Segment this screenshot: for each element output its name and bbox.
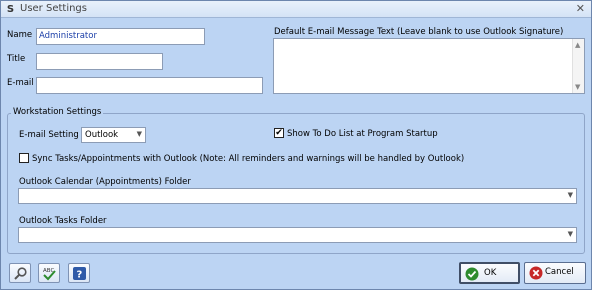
title-bar[interactable]: S User Settings ✕ (1, 1, 591, 18)
email-setting-value: Outlook (85, 130, 119, 140)
tasks-folder-select[interactable]: ▼ (18, 227, 577, 243)
spellcheck-icon: ABC (43, 268, 56, 281)
email-message-textarea[interactable]: ▲ ▼ (273, 38, 585, 94)
cancel-button[interactable]: Cancel (524, 262, 586, 284)
scroll-up-icon[interactable]: ▲ (575, 41, 580, 49)
show-todo-checkbox[interactable]: ✔ (274, 128, 284, 138)
cancel-icon (529, 266, 543, 280)
email-input[interactable] (36, 77, 263, 94)
show-todo-label: Show To Do List at Program Startup (287, 129, 438, 139)
chevron-down-icon[interactable]: ▼ (568, 191, 573, 199)
scroll-down-icon[interactable]: ▼ (575, 83, 580, 91)
email-message-label: Default E-mail Message Text (Leave blank… (274, 27, 564, 37)
email-label: E-mail (7, 78, 34, 88)
calendar-folder-select[interactable]: ▼ (18, 188, 577, 204)
app-icon: S (6, 4, 15, 15)
tasks-folder-label: Outlook Tasks Folder (19, 216, 107, 226)
window-title: User Settings (20, 3, 87, 14)
help-icon: ? (73, 267, 86, 281)
message-scrollbar[interactable]: ▲ ▼ (572, 39, 584, 93)
ok-button[interactable]: OK (459, 262, 520, 284)
name-label: Name (7, 30, 33, 40)
name-input[interactable]: Administrator (36, 28, 205, 45)
chevron-down-icon[interactable]: ▼ (137, 130, 142, 138)
help-button[interactable]: ? (68, 263, 90, 283)
cancel-label: Cancel (545, 267, 574, 277)
checkmark-icon (465, 267, 479, 281)
close-icon[interactable]: ✕ (576, 2, 585, 15)
email-setting-select[interactable]: Outlook ▼ (81, 127, 146, 143)
sync-outlook-label: Sync Tasks/Appointments with Outlook (No… (32, 154, 465, 164)
calendar-folder-label: Outlook Calendar (Appointments) Folder (19, 177, 191, 187)
ok-label: OK (484, 268, 497, 278)
title-input[interactable] (36, 53, 163, 70)
user-settings-window: S User Settings ✕ Name Administrator Tit… (0, 0, 592, 290)
spellcheck-button[interactable]: ABC (38, 263, 60, 283)
svg-text:?: ? (77, 270, 83, 281)
workstation-settings-title: Workstation Settings (11, 107, 104, 117)
chevron-down-icon[interactable]: ▼ (568, 230, 573, 238)
sync-outlook-checkbox[interactable] (19, 153, 29, 163)
title-label: Title (7, 54, 26, 64)
search-button[interactable] (9, 263, 31, 283)
email-setting-label: E-mail Setting (19, 130, 79, 140)
search-icon (14, 267, 27, 280)
